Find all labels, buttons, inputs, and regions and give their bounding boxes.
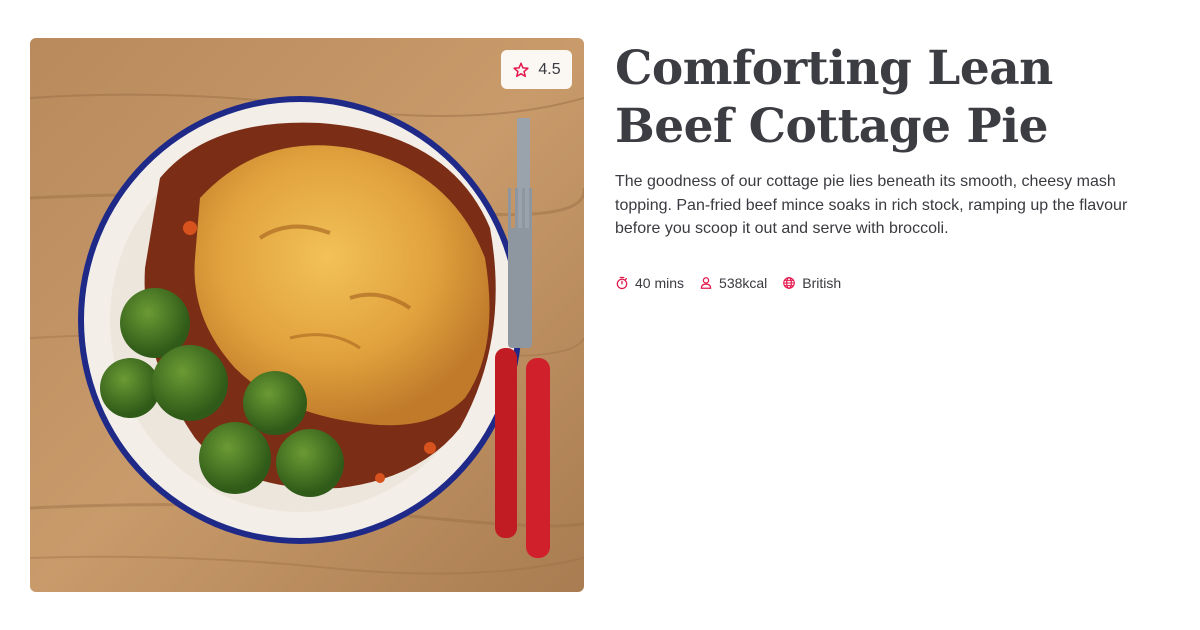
recipe-meta: 40 mins 538kcal British [615, 273, 841, 293]
meta-calories-value: 538kcal [719, 275, 768, 291]
meta-time: 40 mins [615, 275, 684, 291]
recipe-image [30, 38, 584, 592]
meta-calories: 538kcal [699, 275, 767, 291]
meta-cuisine: British [782, 275, 841, 291]
rating-value: 4.5 [538, 60, 561, 78]
meta-time-value: 40 mins [635, 275, 685, 291]
rating-badge[interactable]: 4.5 [501, 50, 572, 89]
globe-icon [782, 276, 796, 290]
meta-cuisine-value: British [802, 275, 842, 291]
star-outline-icon [512, 61, 530, 79]
person-icon [699, 276, 713, 290]
recipe-title: Comforting Lean Beef Cottage Pie [615, 41, 1053, 154]
recipe-description: The goodness of our cottage pie lies ben… [615, 173, 1128, 237]
stopwatch-icon [615, 276, 629, 290]
